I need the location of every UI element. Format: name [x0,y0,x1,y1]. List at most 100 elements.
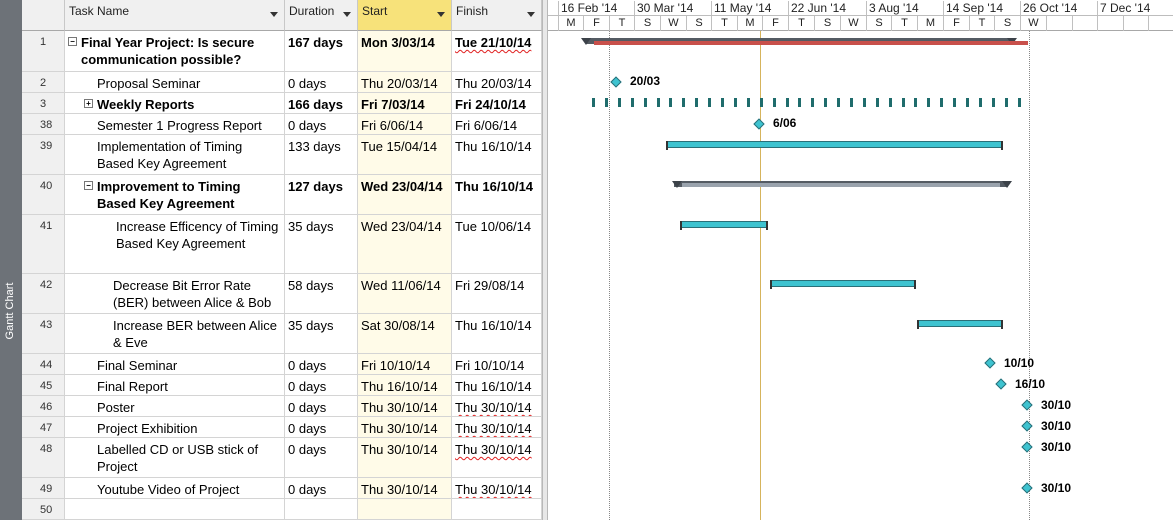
finish-cell[interactable]: Thu 20/03/14 [452,72,542,92]
recurring-occurrence[interactable] [657,98,660,107]
recurring-occurrence[interactable] [966,98,969,107]
table-row[interactable]: 47 Project Exhibition 0 days Thu 30/10/1… [22,417,542,438]
row-id[interactable]: 45 [22,375,65,395]
milestone-diamond[interactable] [1021,482,1033,494]
row-id[interactable]: 46 [22,396,65,416]
collapse-icon[interactable]: − [68,37,77,46]
recurring-occurrence[interactable] [721,98,724,107]
row-id[interactable]: 47 [22,417,65,437]
duration-cell[interactable]: 127 days [285,175,358,214]
chevron-down-icon[interactable] [270,12,278,17]
recurring-occurrence[interactable] [992,98,995,107]
chevron-down-icon[interactable] [527,12,535,17]
recurring-occurrence[interactable] [669,98,672,107]
row-id[interactable]: 42 [22,274,65,313]
recurring-occurrence[interactable] [760,98,763,107]
duration-cell[interactable]: 0 days [285,375,358,395]
table-row[interactable]: 48 Labelled CD or USB stick of Project 0… [22,438,542,478]
table-row[interactable]: 39 Implementation of Timing Based Key Ag… [22,135,542,175]
row-id[interactable]: 49 [22,478,65,498]
column-header-duration[interactable]: Duration [285,0,358,31]
row-id[interactable]: 38 [22,114,65,134]
milestone-diamond[interactable] [753,118,765,130]
start-cell[interactable]: Thu 30/10/14 [358,396,452,416]
milestone-diamond[interactable] [984,357,996,369]
duration-cell[interactable]: 35 days [285,314,358,353]
gantt-chart-pane[interactable]: 16 Feb '14 30 Mar '14 11 May '14 22 Jun … [548,0,1173,520]
table-row[interactable]: 42 Decrease Bit Error Rate (BER) between… [22,274,542,314]
task-name-cell[interactable]: Final Seminar [65,354,285,374]
recurring-occurrence[interactable] [1005,98,1008,107]
task-name-cell[interactable]: Increase BER between Alice & Eve [65,314,285,353]
task-name-cell[interactable] [65,499,285,519]
row-id[interactable]: 50 [22,499,65,519]
duration-cell[interactable] [285,499,358,519]
duration-cell[interactable]: 166 days [285,93,358,113]
table-row[interactable]: 3 + Weekly Reports 166 days Fri 7/03/14 F… [22,93,542,114]
table-row[interactable]: 50 [22,499,542,520]
recurring-occurrence[interactable] [644,98,647,107]
recurring-occurrence[interactable] [798,98,801,107]
start-cell[interactable]: Wed 11/06/14 [358,274,452,313]
table-row[interactable]: 40 − Improvement to Timing Based Key Agre… [22,175,542,215]
recurring-occurrence[interactable] [605,98,608,107]
table-row[interactable]: 46 Poster 0 days Thu 30/10/14 Thu 30/10/… [22,396,542,417]
duration-cell[interactable]: 58 days [285,274,358,313]
recurring-occurrence[interactable] [953,98,956,107]
collapse-icon[interactable]: − [84,181,93,190]
task-name-cell[interactable]: Decrease Bit Error Rate (BER) between Al… [65,274,285,313]
start-cell[interactable]: Thu 30/10/14 [358,417,452,437]
recurring-occurrence[interactable] [734,98,737,107]
start-cell[interactable]: Thu 30/10/14 [358,478,452,498]
table-row[interactable]: 45 Final Report 0 days Thu 16/10/14 Thu … [22,375,542,396]
expand-icon[interactable]: + [84,99,93,108]
recurring-occurrence[interactable] [837,98,840,107]
finish-cell[interactable]: Thu 30/10/14 [452,396,542,416]
view-bar[interactable]: Gantt Chart [0,0,22,520]
duration-cell[interactable]: 35 days [285,215,358,273]
row-id[interactable]: 39 [22,135,65,174]
recurring-occurrence[interactable] [747,98,750,107]
row-id[interactable]: 44 [22,354,65,374]
duration-cell[interactable]: 167 days [285,31,358,71]
table-row[interactable]: 44 Final Seminar 0 days Fri 10/10/14 Fri… [22,354,542,375]
recurring-occurrence[interactable] [695,98,698,107]
milestone-diamond[interactable] [610,76,622,88]
milestone-diamond[interactable] [995,378,1007,390]
task-bar[interactable] [917,320,1003,329]
start-cell[interactable]: Wed 23/04/14 [358,175,452,214]
column-header-start[interactable]: Start [358,0,452,31]
table-row[interactable]: 43 Increase BER between Alice & Eve 35 d… [22,314,542,354]
duration-cell[interactable]: 0 days [285,438,358,477]
milestone-diamond[interactable] [1021,399,1033,411]
start-cell[interactable]: Tue 15/04/14 [358,135,452,174]
recurring-occurrence[interactable] [940,98,943,107]
task-bar[interactable] [666,141,1003,150]
recurring-occurrence[interactable] [811,98,814,107]
task-name-cell[interactable]: Poster [65,396,285,416]
recurring-occurrence[interactable] [618,98,621,107]
recurring-occurrence[interactable] [592,98,595,107]
duration-cell[interactable]: 133 days [285,135,358,174]
start-cell[interactable]: Thu 30/10/14 [358,438,452,477]
task-name-cell[interactable]: Labelled CD or USB stick of Project [65,438,285,477]
task-name-cell[interactable]: + Weekly Reports [65,93,285,113]
table-row[interactable]: 1 − Final Year Project: Is secure communi… [22,31,542,72]
duration-cell[interactable]: 0 days [285,478,358,498]
recurring-occurrence[interactable] [876,98,879,107]
table-row[interactable]: 41 Increase Efficency of Timing Based Ke… [22,215,542,274]
finish-cell[interactable]: Fri 10/10/14 [452,354,542,374]
select-all-corner[interactable] [22,0,65,31]
chevron-down-icon[interactable] [343,12,351,17]
finish-cell[interactable]: Fri 24/10/14 [452,93,542,113]
task-bar[interactable] [770,280,916,289]
task-name-cell[interactable]: Project Exhibition [65,417,285,437]
milestone-diamond[interactable] [1021,441,1033,453]
table-row[interactable]: 49 Youtube Video of Project 0 days Thu 3… [22,478,542,499]
duration-cell[interactable]: 0 days [285,396,358,416]
column-header-finish[interactable]: Finish [452,0,542,31]
recurring-occurrence[interactable] [773,98,776,107]
finish-cell[interactable]: Thu 16/10/14 [452,375,542,395]
finish-cell[interactable]: Thu 30/10/14 [452,417,542,437]
row-id[interactable]: 48 [22,438,65,477]
